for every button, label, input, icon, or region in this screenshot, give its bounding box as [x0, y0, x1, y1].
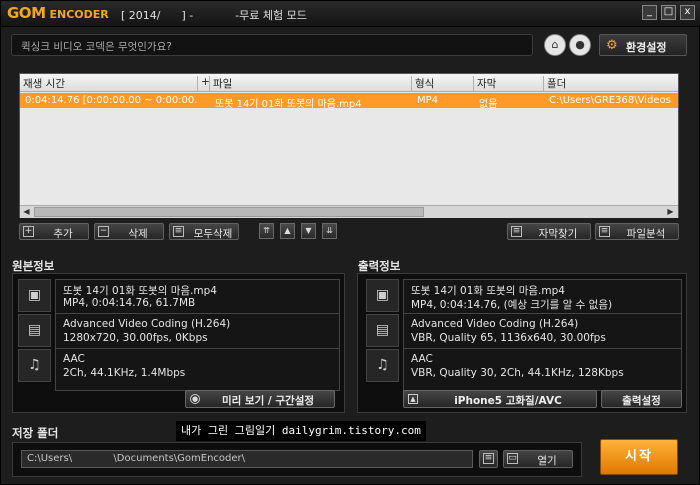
preview-range-button[interactable]: ● 미리 보기 / 구간설정 [185, 390, 335, 408]
maximize-button[interactable]: □ [661, 5, 676, 20]
move-down-icon[interactable]: ▼ [301, 223, 316, 239]
row-duration: 0:04:14.76 [0:00:00.00 ~ 0:00:00.00] [25, 95, 197, 106]
column-format[interactable]: 형식 [412, 76, 474, 92]
app-logo: GOM ENCODER [7, 4, 109, 22]
minus-icon: − [98, 226, 109, 237]
file-list[interactable]: 재생 시간 + 파일 형식 자막 폴더 0:04:14.76 [0:00:00.… [19, 73, 679, 218]
output-settings-button[interactable]: 출력설정 [601, 390, 682, 408]
file-analysis-button[interactable]: ≡ 파일분석 [595, 223, 679, 240]
save-folder-panel: C:\Users\ \Documents\GomEncoder\ ≡ ▭ 열기 [12, 442, 582, 477]
eye-icon: ● [190, 394, 200, 404]
source-audio-row: AAC 2Ch, 44.1KHz, 1.4Mbps [63, 353, 186, 379]
watermark-text: 내가 그린 그림일기 dailygrim.tistory.com [176, 421, 426, 441]
row-subtitle: 없음 [479, 99, 498, 110]
output-icon-column: ▣ ▤ ♫ [366, 279, 399, 383]
minimize-button[interactable]: _ [642, 5, 657, 20]
source-info-box: 또봇 14기 01화 또봇의 마음.mp4 MP4, 0:04:14.76, 6… [55, 279, 340, 391]
question-text: 퀵싱크 비디오 코덱은 무엇인가요? [21, 41, 172, 53]
settings-button[interactable]: ⚙ 환경설정 [599, 34, 687, 56]
preset-select-button[interactable]: ▲ iPhone5 고화질/AVC [403, 390, 597, 408]
column-add[interactable]: + [198, 76, 210, 92]
subtitle-icon: ≡ [511, 226, 522, 237]
delete-all-button[interactable]: ≡ 모두삭제 [169, 223, 239, 240]
column-file[interactable]: 파일 [210, 76, 412, 92]
list-icon: ≡ [173, 226, 184, 237]
row-format: MP4 [417, 95, 439, 106]
row-file: 또봇 14기 01화 또봇의 마음.mp4 [215, 99, 362, 110]
move-up-icon[interactable]: ▲ [280, 223, 295, 239]
quicksync-question-bar[interactable]: 퀵싱크 비디오 코덱은 무엇인가요? [11, 34, 533, 56]
chat-icon[interactable]: ● [569, 34, 591, 56]
analysis-icon: ≡ [599, 226, 610, 237]
file-icon: ▣ [366, 279, 399, 312]
move-bottom-icon[interactable]: ⇊ [322, 223, 337, 239]
output-info-panel: ▣ ▤ ♫ 또봇 14기 01화 또봇의 마음.mp4 MP4, 0:04:14… [357, 273, 687, 413]
output-info-title: 출력정보 [358, 259, 401, 273]
source-icon-column: ▣ ▤ ♫ [18, 279, 51, 383]
gear-icon: ⚙ [606, 38, 618, 53]
column-subtitle[interactable]: 자막 [474, 76, 544, 92]
video-clapper-icon: ▤ [366, 314, 399, 347]
open-folder-button[interactable]: ▭ 열기 [503, 450, 573, 468]
table-row[interactable]: 0:04:14.76 [0:00:00.00 ~ 0:00:00.00] 또봇 … [20, 93, 678, 110]
preset-arrow-icon: ▲ [408, 394, 418, 404]
save-folder-title: 저장 폴더 [12, 426, 59, 440]
browse-folder-button[interactable]: ≡ [479, 450, 498, 468]
add-button[interactable]: + 추가 [19, 223, 89, 240]
source-info-title: 원본정보 [12, 259, 55, 273]
column-folder[interactable]: 폴더 [544, 76, 678, 92]
source-video-row: Advanced Video Coding (H.264) 1280x720, … [56, 315, 339, 349]
folder-list-icon: ≡ [483, 453, 494, 464]
window-title: [ 2014/ ] - -무료 체험 모드 [121, 9, 307, 22]
scroll-right-icon[interactable]: ▶ [665, 207, 676, 217]
home-icon[interactable]: ⌂ [544, 34, 566, 56]
start-button[interactable]: 시작 [600, 439, 678, 475]
column-duration[interactable]: 재생 시간 [20, 76, 198, 92]
delete-button[interactable]: − 삭제 [94, 223, 164, 240]
music-note-icon: ♫ [18, 349, 51, 382]
folder-icon: ▭ [507, 453, 518, 464]
source-file-row: 또봇 14기 01화 또봇의 마음.mp4 MP4, 0:04:14.76, 6… [56, 280, 339, 314]
video-clapper-icon: ▤ [18, 314, 51, 347]
file-icon: ▣ [18, 279, 51, 312]
find-subtitle-button[interactable]: ≡ 자막찾기 [507, 223, 591, 240]
horizontal-scrollbar[interactable]: ◀ ▶ [20, 205, 678, 218]
file-list-header: 재생 시간 + 파일 형식 자막 폴더 [20, 74, 678, 92]
output-audio-row: AAC VBR, Quality 30, 2Ch, 44.1KHz, 128Kb… [411, 353, 624, 379]
music-note-icon: ♫ [366, 349, 399, 382]
title-bar[interactable]: GOM ENCODER [ 2014/ ] - -무료 체험 모드 _ □ x [1, 1, 700, 27]
output-video-row: Advanced Video Coding (H.264) VBR, Quali… [404, 315, 681, 349]
scrollbar-thumb[interactable] [34, 207, 424, 217]
save-path-field[interactable]: C:\Users\ \Documents\GomEncoder\ [21, 450, 473, 468]
output-file-row: 또봇 14기 01화 또봇의 마음.mp4 MP4, 0:04:14.76, (… [404, 280, 681, 314]
scroll-left-icon[interactable]: ◀ [21, 207, 32, 217]
output-info-box: 또봇 14기 01화 또봇의 마음.mp4 MP4, 0:04:14.76, (… [403, 279, 682, 391]
app-window: GOM ENCODER [ 2014/ ] - -무료 체험 모드 _ □ x 퀵… [0, 0, 700, 485]
close-button[interactable]: x [680, 5, 695, 20]
move-top-icon[interactable]: ⇈ [259, 223, 274, 239]
source-info-panel: ▣ ▤ ♫ 또봇 14기 01화 또봇의 마음.mp4 MP4, 0:04:14… [12, 273, 345, 413]
row-folder: C:\Users\GRE368\Videos [549, 95, 671, 106]
plus-icon: + [23, 226, 34, 237]
